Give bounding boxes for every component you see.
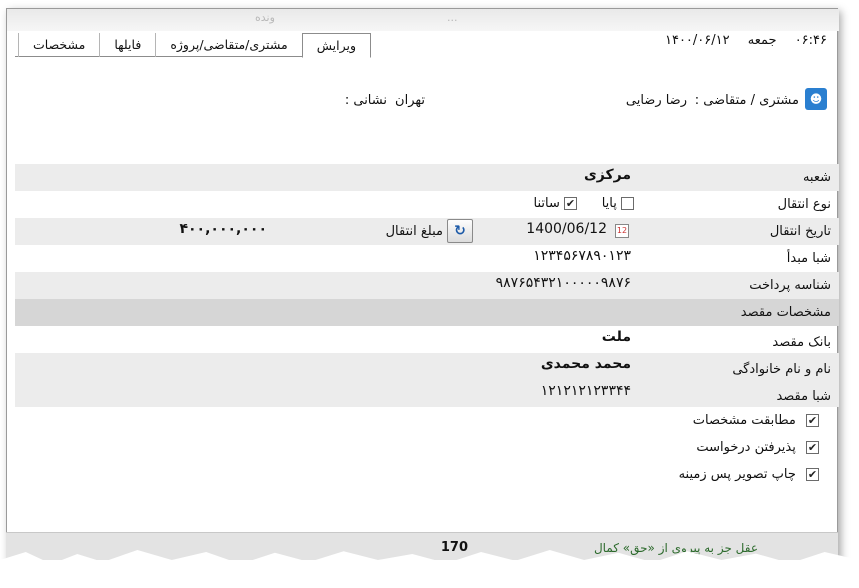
refresh-button[interactable]: ↻ [447, 219, 473, 243]
dest-bank-row: بانک مقصد ملت [15, 326, 839, 353]
destination-section-header: مشخصات مقصد [15, 299, 839, 326]
dest-name-label: نام و نام خانوادگی [732, 362, 831, 377]
clock: ۰۶:۴۶ جمعه ۱۴۰۰/۰۶/۱۲ [651, 33, 827, 48]
dest-sheba-label: شبا مقصد [776, 389, 831, 404]
satna-label: ساتنا [533, 196, 560, 211]
tab-files[interactable]: فایلها [99, 33, 155, 57]
paya-label: پایا [601, 196, 617, 211]
source-sheba-value[interactable]: ۱۲۳۴۵۶۷۸۹۰۱۲۳ [533, 248, 631, 264]
calendar-icon[interactable]: 12 [615, 224, 629, 238]
accept-request-option[interactable]: ✔ پذیرفتن درخواست [696, 440, 819, 455]
app-window: ونده ... ویرایش مشتری/متقاضی/پروژه فایله… [6, 8, 839, 566]
transfer-type-row: نوع انتقال پایا ✔ ساتنا [15, 191, 839, 218]
tab-edit[interactable]: ویرایش [301, 33, 371, 58]
tab-details[interactable]: مشخصات [18, 33, 99, 57]
match-details-label: مطابقت مشخصات [692, 413, 796, 428]
dest-bank-label: بانک مقصد [772, 335, 831, 350]
transfer-type-label: نوع انتقال [777, 197, 831, 212]
tab-bar: ویرایش مشتری/متقاضی/پروژه فایلها مشخصات [15, 33, 371, 58]
branch-label: شعبه [802, 170, 831, 185]
dest-sheba-row: شبا مقصد ۱۲۱۲۱۲۱۲۳۳۴۴ [15, 380, 839, 407]
dest-name-row: نام و نام خانوادگی محمد محمدی [15, 353, 839, 380]
satna-checkbox[interactable]: ✔ [564, 197, 577, 210]
print-background-label: چاپ تصویر پس زمینه [678, 467, 796, 482]
destination-section-title: مشخصات مقصد [740, 305, 831, 320]
transfer-amount-label: مبلغ انتقال [385, 224, 443, 239]
clock-date: ۱۴۰۰/۰۶/۱۲ [664, 33, 730, 48]
dest-sheba-value[interactable]: ۱۲۱۲۱۲۱۲۳۳۴۴ [541, 383, 631, 399]
transfer-date-row: تاریخ انتقال 12 1400/06/12 ↻ مبلغ انتقال… [15, 218, 839, 245]
tab-customer-project[interactable]: مشتری/متقاضی/پروژه [155, 33, 301, 57]
print-background-option[interactable]: ✔ چاپ تصویر پس زمینه [679, 467, 819, 482]
match-details-option[interactable]: ✔ مطابقت مشخصات [693, 413, 819, 428]
customer-name: رضا رضایی [625, 93, 687, 108]
satna-option[interactable]: ✔ ساتنا [533, 196, 577, 211]
customer-label: مشتری / متقاضی : [694, 93, 799, 108]
clock-weekday: جمعه [747, 33, 777, 48]
branch-row: شعبه مرکزی [15, 164, 839, 191]
print-background-checkbox[interactable]: ✔ [806, 468, 819, 481]
transfer-amount-value[interactable]: ۴۰۰,۰۰۰,۰۰۰ [179, 221, 267, 237]
source-sheba-label: شبا مبدأ [786, 251, 831, 266]
payment-id-row: شناسه پرداخت ۹۸۷۶۵۴۳۲۱۰۰۰۰۰۹۸۷۶ [15, 272, 839, 299]
transfer-date-value[interactable]: 1400/06/12 [526, 221, 607, 237]
window-titlebar: ونده ... [7, 9, 839, 31]
paya-checkbox[interactable] [621, 197, 634, 210]
dest-bank-value[interactable]: ملت [602, 329, 631, 345]
payment-id-value[interactable]: ۹۸۷۶۵۴۳۲۱۰۰۰۰۰۹۸۷۶ [496, 275, 631, 291]
clock-time: ۰۶:۴۶ [794, 33, 827, 48]
paya-option[interactable]: پایا [602, 196, 634, 211]
address-value: تهران [395, 93, 425, 108]
ghost-title-right: ... [447, 11, 458, 24]
source-sheba-row: شبا مبدأ ۱۲۳۴۵۶۷۸۹۰۱۲۳ [15, 245, 839, 272]
transfer-date-label: تاریخ انتقال [769, 224, 831, 239]
accept-request-checkbox[interactable]: ✔ [806, 441, 819, 454]
accept-request-label: پذیرفتن درخواست [696, 440, 796, 455]
status-count: 170 [440, 540, 468, 555]
branch-value[interactable]: مرکزی [584, 167, 631, 183]
payment-id-label: شناسه پرداخت [749, 278, 831, 293]
address-label: نشانی : [344, 93, 387, 108]
dest-name-value[interactable]: محمد محمدی [541, 356, 631, 372]
customer-group-icon: ☻ [805, 88, 827, 110]
match-details-checkbox[interactable]: ✔ [806, 414, 819, 427]
ghost-title-left: ونده [255, 11, 275, 24]
